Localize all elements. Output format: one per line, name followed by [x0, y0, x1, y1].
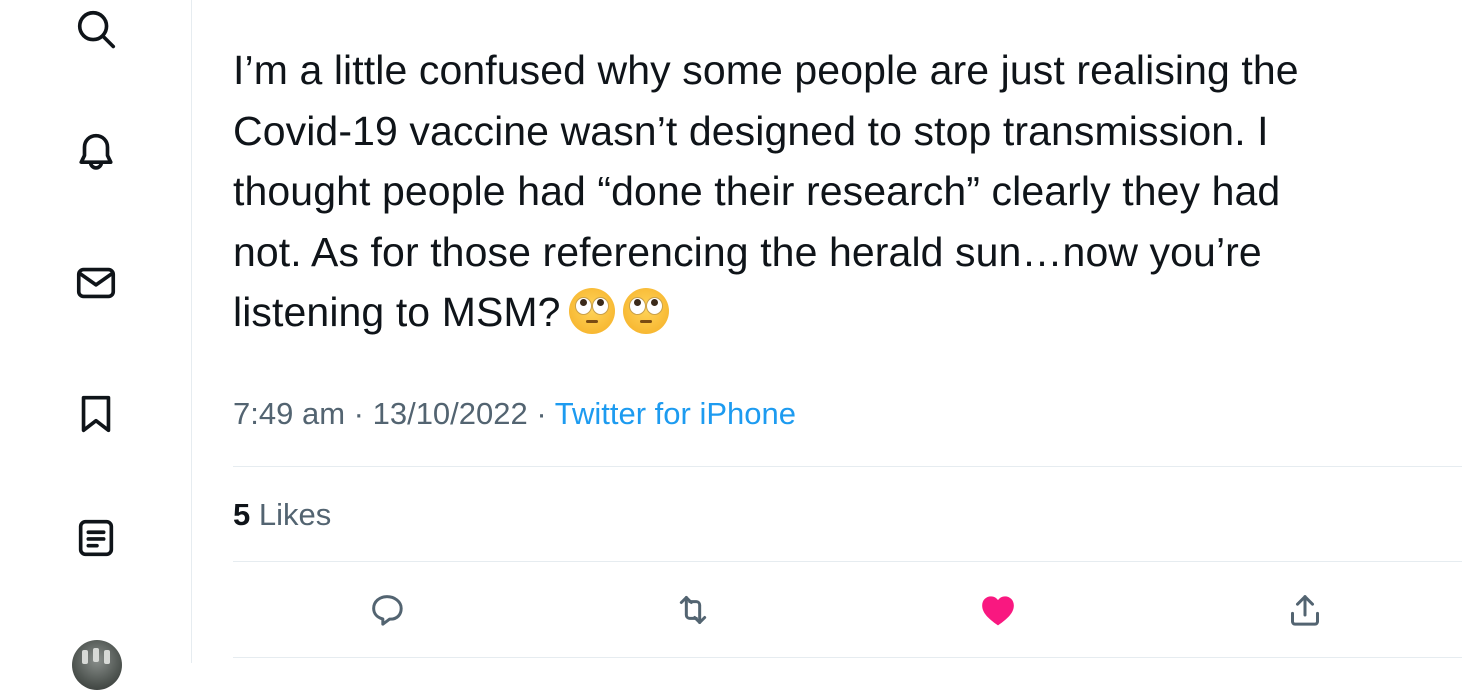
search-icon[interactable]: [66, 0, 126, 60]
avatar[interactable]: [72, 640, 122, 690]
sidebar-nav: [0, 0, 192, 690]
likes-stat[interactable]: 5 Likes: [233, 497, 331, 533]
divider: [233, 561, 1462, 562]
lists-icon[interactable]: [66, 508, 126, 568]
tweet-text: I’m a little confused why some people ar…: [233, 47, 1299, 335]
likes-count: 5: [233, 497, 251, 532]
heart-icon: [982, 596, 1014, 626]
divider: [233, 657, 1462, 658]
share-button[interactable]: [1280, 585, 1330, 635]
tweet-source-link[interactable]: Twitter for iPhone: [555, 396, 796, 431]
reply-button[interactable]: [362, 585, 412, 635]
retweet-button[interactable]: [668, 585, 718, 635]
share-icon: [1291, 595, 1319, 626]
bookmarks-icon[interactable]: [66, 384, 126, 444]
messages-icon[interactable]: [66, 253, 126, 313]
reply-icon: [372, 595, 403, 626]
divider: [233, 466, 1462, 467]
meta-separator: ·: [536, 396, 547, 431]
rolling-eyes-emoji: [622, 288, 669, 334]
meta-separator: ·: [353, 396, 364, 431]
like-button[interactable]: [973, 585, 1023, 635]
tweet-time[interactable]: 7:49 am: [233, 396, 345, 431]
rolling-eyes-emoji: [568, 288, 615, 334]
tweet-date[interactable]: 13/10/2022: [373, 396, 528, 431]
likes-label: Likes: [258, 497, 332, 532]
retweet-icon: [679, 596, 707, 624]
tweet-metadata: 7:49 am · 13/10/2022 · Twitter for iPhon…: [233, 396, 796, 432]
tweet-detail: I’m a little confused why some people ar…: [193, 0, 1478, 663]
notifications-icon[interactable]: [66, 122, 126, 182]
